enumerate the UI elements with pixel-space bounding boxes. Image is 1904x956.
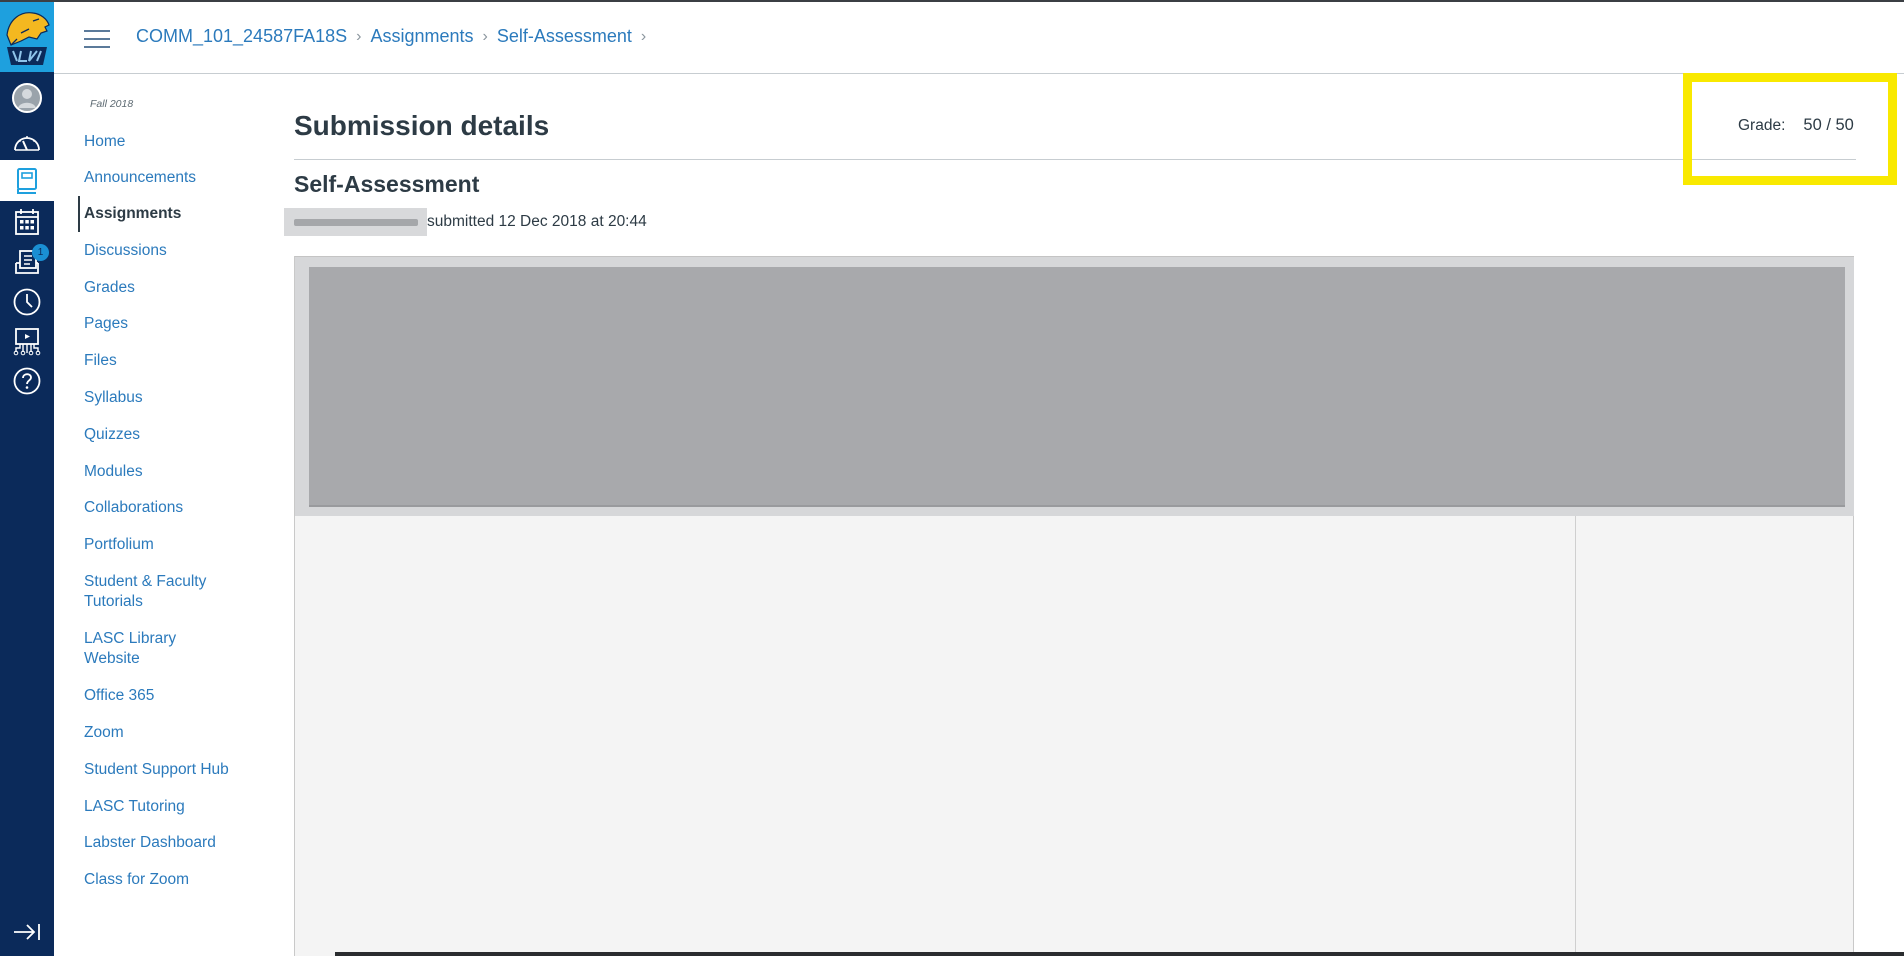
global-nav-help[interactable] bbox=[0, 361, 54, 401]
submission-preview-frame[interactable] bbox=[294, 256, 1854, 956]
global-nav-courses[interactable] bbox=[0, 160, 54, 201]
window-top-border bbox=[0, 0, 1904, 2]
course-nav-list: Home Announcements Assignments Discussio… bbox=[54, 132, 294, 890]
course-nav-class-for-zoom[interactable]: Class for Zoom bbox=[54, 870, 294, 890]
inbox-unread-badge: 1 bbox=[32, 244, 49, 261]
hamburger-icon-line bbox=[84, 46, 110, 48]
submitted-timestamp: submitted 12 Dec 2018 at 20:44 bbox=[427, 213, 647, 230]
course-nav-discussions[interactable]: Discussions bbox=[54, 241, 294, 261]
course-nav-home[interactable]: Home bbox=[54, 132, 294, 152]
course-menu-toggle-button[interactable] bbox=[84, 30, 110, 50]
breadcrumb-assignments[interactable]: Assignments bbox=[370, 26, 473, 47]
course-nav-office365[interactable]: Office 365 bbox=[54, 686, 294, 706]
clock-icon bbox=[13, 288, 41, 316]
page-title: Submission details bbox=[294, 110, 550, 141]
course-nav-pages[interactable]: Pages bbox=[54, 314, 294, 334]
global-nav-commons[interactable] bbox=[0, 322, 54, 362]
preview-header-area bbox=[295, 256, 1854, 516]
global-nav-dashboard[interactable] bbox=[0, 122, 54, 162]
grade-value: 50 / 50 bbox=[1803, 116, 1854, 134]
course-nav-labster[interactable]: Labster Dashboard bbox=[54, 833, 294, 853]
course-nav-zoom[interactable]: Zoom bbox=[54, 723, 294, 743]
course-nav-tutorials[interactable]: Student & Faculty Tutorials bbox=[54, 572, 254, 612]
course-nav-support-hub[interactable]: Student Support Hub bbox=[54, 760, 294, 780]
global-nav-account[interactable] bbox=[0, 78, 54, 118]
course-nav-quizzes[interactable]: Quizzes bbox=[54, 425, 294, 445]
speedometer-icon bbox=[14, 136, 40, 151]
course-nav-announcements[interactable]: Announcements bbox=[54, 168, 294, 188]
course-nav-assignments[interactable]: Assignments bbox=[54, 196, 294, 232]
help-icon bbox=[13, 367, 41, 395]
global-nav: 1 bbox=[0, 0, 54, 956]
book-icon bbox=[17, 167, 37, 194]
chevron-right-icon: › bbox=[356, 27, 362, 45]
chevron-right-icon: › bbox=[482, 27, 488, 45]
page-header: COMM_101_24587FA18S › Assignments › Self… bbox=[54, 2, 1904, 74]
institution-logo[interactable] bbox=[0, 2, 54, 72]
course-nav-files[interactable]: Files bbox=[54, 351, 294, 371]
preview-column-divider bbox=[1575, 516, 1576, 956]
global-nav-inbox[interactable]: 1 bbox=[0, 242, 54, 282]
presentation-network-icon bbox=[13, 328, 41, 356]
calendar-icon bbox=[15, 209, 39, 235]
course-nav-tutoring[interactable]: LASC Tutoring bbox=[54, 797, 294, 817]
redaction-bar bbox=[293, 218, 418, 226]
course-nav-library[interactable]: LASC Library Website bbox=[54, 629, 214, 669]
breadcrumb: COMM_101_24587FA18S › Assignments › Self… bbox=[136, 26, 655, 47]
global-nav-history[interactable] bbox=[0, 282, 54, 322]
course-nav-modules[interactable]: Modules bbox=[54, 462, 294, 482]
breadcrumb-assignment[interactable]: Self-Assessment bbox=[497, 26, 632, 47]
course-nav-grades[interactable]: Grades bbox=[54, 278, 294, 298]
course-term: Fall 2018 bbox=[90, 98, 134, 110]
hamburger-icon bbox=[84, 30, 110, 32]
course-nav-syllabus[interactable]: Syllabus bbox=[54, 388, 294, 408]
lasc-cougar-logo-icon bbox=[3, 5, 51, 69]
redacted-preview-content bbox=[309, 267, 1845, 507]
global-nav-expand-button[interactable] bbox=[0, 914, 54, 950]
grade-display: Grade: 50 / 50 bbox=[1738, 116, 1854, 135]
submission-info: submitted 12 Dec 2018 at 20:44 bbox=[284, 208, 647, 236]
global-nav-calendar[interactable] bbox=[0, 202, 54, 242]
redacted-student-name bbox=[284, 208, 427, 236]
breadcrumb-course[interactable]: COMM_101_24587FA18S bbox=[136, 26, 347, 47]
title-divider bbox=[294, 159, 1856, 160]
screen-bottom-edge bbox=[335, 952, 1904, 956]
course-nav-collaborations[interactable]: Collaborations bbox=[54, 498, 294, 518]
course-nav: Fall 2018 Home Announcements Assignments… bbox=[54, 74, 294, 954]
hamburger-icon-line bbox=[84, 38, 110, 40]
expand-arrow-icon bbox=[14, 924, 40, 940]
course-nav-portfolium[interactable]: Portfolium bbox=[54, 535, 294, 555]
chevron-right-icon: › bbox=[640, 27, 647, 45]
grade-label: Grade: bbox=[1738, 117, 1786, 134]
user-avatar-icon bbox=[12, 83, 42, 113]
assignment-name: Self-Assessment bbox=[294, 171, 480, 197]
